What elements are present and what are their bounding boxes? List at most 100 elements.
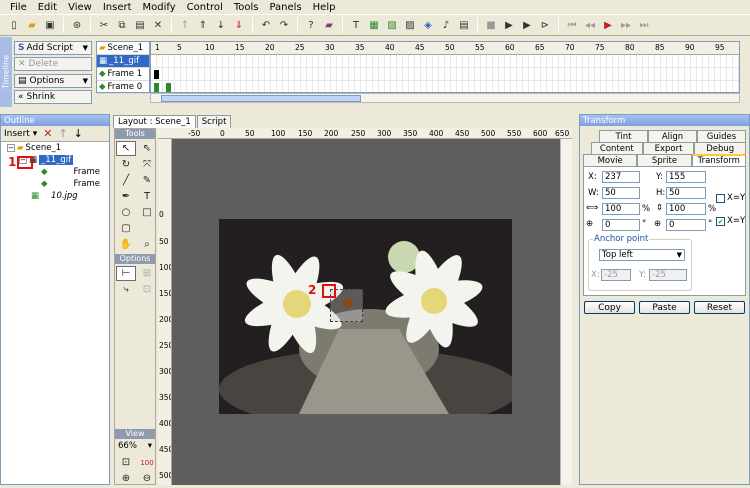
prev-frame-icon[interactable]: ◂◂	[582, 17, 598, 33]
tree-jpg[interactable]: ▦ 10.jpg	[1, 190, 109, 202]
menu-help[interactable]: Help	[313, 2, 336, 13]
insert-image-icon[interactable]: ▦	[366, 17, 382, 33]
move-bottom-icon[interactable]: ⇓	[231, 17, 247, 33]
delete-icon[interactable]: ✕	[43, 127, 52, 140]
snap-option-icon[interactable]: ⊢	[116, 266, 136, 281]
tab-tint[interactable]: Tint	[599, 130, 648, 142]
reset-button[interactable]: Reset	[694, 301, 745, 314]
timeline-side-tab[interactable]: Timeline	[0, 37, 12, 107]
copy-button[interactable]: Copy	[584, 301, 635, 314]
skew-field[interactable]: 0	[666, 219, 706, 231]
pen-tool-icon[interactable]: ✒	[116, 189, 136, 204]
rounded-rect-tool-icon[interactable]: ▢	[116, 221, 136, 236]
frame-row-scene[interactable]	[151, 55, 739, 68]
zoom-tool-icon[interactable]: ⌕	[137, 237, 157, 252]
undo-icon[interactable]: ↶	[258, 17, 274, 33]
zoom-select[interactable]: 66% ▾	[115, 439, 155, 453]
tab-script[interactable]: Script	[196, 115, 232, 128]
tree-scene[interactable]: − ▰ Scene_1	[1, 142, 109, 154]
tab-movie[interactable]: Movie	[583, 154, 638, 166]
redo-icon[interactable]: ↷	[276, 17, 292, 33]
timeline-scrollbar[interactable]	[150, 93, 740, 103]
path-option-icon[interactable]: ⤷	[116, 282, 136, 297]
paste-button[interactable]: Paste	[639, 301, 690, 314]
tab-content[interactable]: Content	[591, 142, 643, 154]
menu-edit[interactable]: Edit	[38, 2, 57, 13]
text-tool-icon[interactable]: T	[137, 189, 157, 204]
menu-tools[interactable]: Tools	[234, 2, 259, 13]
play-browser-icon[interactable]: ⊳	[537, 17, 553, 33]
mark-frame-icon[interactable]: ▶	[600, 17, 616, 33]
timeline-frames[interactable]: 1 5 10 15 20 25 30 35 40 45 50 55 60 65 …	[150, 41, 740, 93]
zoom-fit-icon[interactable]: ⊡	[116, 455, 136, 470]
scale-y-field[interactable]: 100	[666, 203, 706, 215]
menu-file[interactable]: File	[10, 2, 27, 13]
play-icon[interactable]: ▶	[501, 17, 517, 33]
find-icon[interactable]: ⊛	[69, 17, 85, 33]
ellipse-tool-icon[interactable]: ○	[116, 205, 136, 220]
height-field[interactable]: 50	[666, 187, 706, 199]
frame-row-gif[interactable]	[151, 68, 739, 81]
xy-lock-checkbox-1[interactable]	[716, 194, 725, 203]
rotation-field[interactable]: 0	[602, 219, 640, 231]
layer-frame1[interactable]: ◆ Frame 1	[97, 68, 149, 81]
collapse-icon[interactable]: −	[7, 144, 15, 152]
layer-scene[interactable]: ▰ Scene_1	[97, 42, 149, 55]
hand-tool-icon[interactable]: ✋	[116, 237, 136, 252]
help-icon[interactable]: ?	[303, 17, 319, 33]
stop-icon[interactable]: ■	[483, 17, 499, 33]
scale-x-field[interactable]: 100	[602, 203, 640, 215]
anchor-select[interactable]: Top left ▼	[599, 249, 685, 261]
insert-script-icon[interactable]: ▤	[456, 17, 472, 33]
down-arrow-icon[interactable]: ↓	[74, 127, 83, 140]
grid-option-icon[interactable]: ⊞	[137, 266, 157, 281]
move-up-icon[interactable]: ↑	[177, 17, 193, 33]
options-button[interactable]: ▤ Options ▼	[14, 74, 92, 88]
open-folder-icon[interactable]: ▰	[24, 17, 40, 33]
y-field[interactable]: 155	[666, 171, 706, 183]
xy-lock-checkbox-2[interactable]: ✔	[716, 217, 725, 226]
pencil-tool-icon[interactable]: ✎	[137, 173, 157, 188]
book-icon[interactable]: ▰	[321, 17, 337, 33]
transform-tool-icon[interactable]: ⤧	[137, 157, 157, 172]
insert-sprite-icon[interactable]: ▧	[384, 17, 400, 33]
tab-layout[interactable]: Layout : Scene_1	[113, 115, 196, 128]
play-scene-icon[interactable]: ▶	[519, 17, 535, 33]
tab-sprite[interactable]: Sprite	[637, 154, 692, 166]
add-script-button[interactable]: S Add Script ▼	[14, 41, 92, 55]
menu-view[interactable]: View	[68, 2, 92, 13]
last-frame-icon[interactable]: ⏭	[636, 17, 652, 33]
move-top-icon[interactable]: ⇑	[195, 17, 211, 33]
move-down-icon[interactable]: ↓	[213, 17, 229, 33]
tab-align[interactable]: Align	[648, 130, 697, 142]
insert-shape-icon[interactable]: ▨	[402, 17, 418, 33]
shrink-button[interactable]: « Shrink	[14, 90, 92, 104]
layer-frame0[interactable]: ◆ Frame 0	[97, 81, 149, 94]
tab-guides[interactable]: Guides	[697, 130, 746, 142]
next-frame-icon[interactable]: ▸▸	[618, 17, 634, 33]
canvas-vertical-scrollbar[interactable]	[560, 139, 572, 485]
insert-menu[interactable]: Insert ▾	[4, 129, 37, 139]
paste-icon[interactable]: ▤	[132, 17, 148, 33]
stage-image[interactable]	[219, 219, 512, 414]
layer-gif[interactable]: ▦ _11_gif	[97, 55, 149, 68]
menu-modify[interactable]: Modify	[143, 2, 176, 13]
width-field[interactable]: 50	[602, 187, 640, 199]
copy-icon[interactable]: ⧉	[114, 17, 130, 33]
line-tool-icon[interactable]: ╱	[116, 173, 136, 188]
first-frame-icon[interactable]: ⏮	[564, 17, 580, 33]
anchor-x-field[interactable]: -25	[601, 269, 631, 281]
delete-icon[interactable]: ✕	[150, 17, 166, 33]
zoom-out-icon[interactable]: ⊖	[137, 471, 157, 486]
tree-frame-b[interactable]: ◆ Frame	[1, 178, 109, 190]
anchor-y-field[interactable]: -25	[649, 269, 687, 281]
insert-button-icon[interactable]: ◈	[420, 17, 436, 33]
subselect-tool-icon[interactable]: ⇖	[137, 141, 157, 156]
tab-debug[interactable]: Debug	[694, 142, 747, 154]
frame-row-frame1[interactable]	[151, 81, 739, 92]
lock-option-icon[interactable]: ⊡	[137, 282, 157, 297]
zoom-100-icon[interactable]: 100	[137, 455, 157, 470]
menu-control[interactable]: Control	[187, 2, 223, 13]
menu-panels[interactable]: Panels	[269, 2, 301, 13]
zoom-in-icon[interactable]: ⊕	[116, 471, 136, 486]
